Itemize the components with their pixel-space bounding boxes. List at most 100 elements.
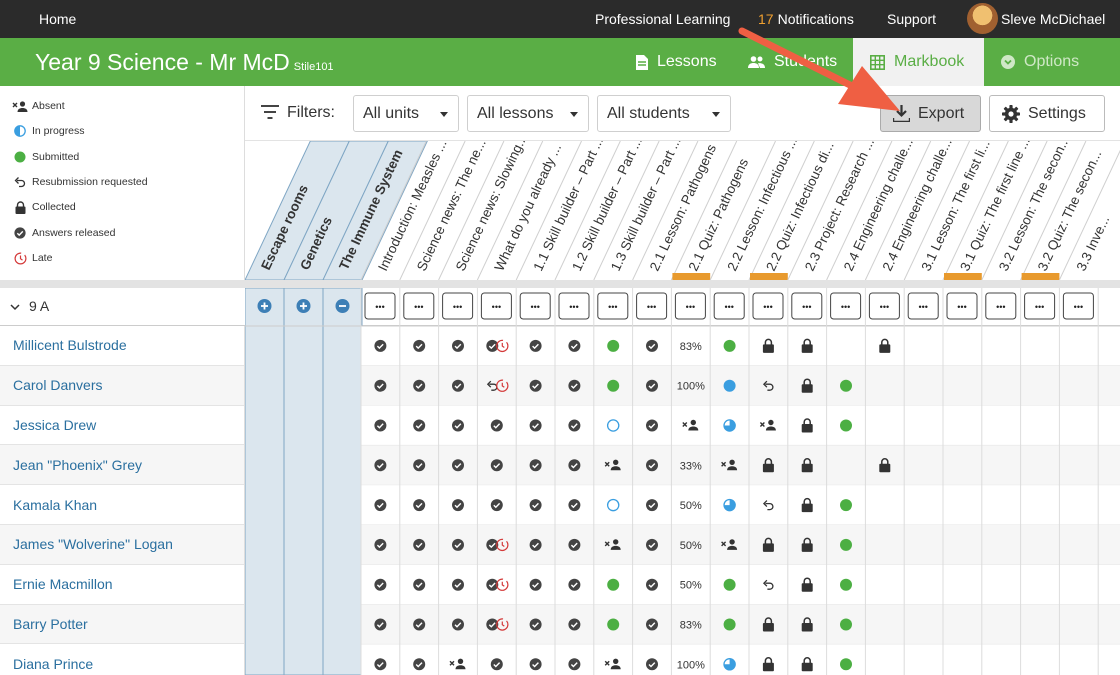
column-options-button[interactable]: •••	[868, 292, 900, 320]
mark-cell[interactable]: 83%	[680, 341, 702, 353]
student-name[interactable]: Carol Danvers	[0, 365, 244, 406]
mark-cell[interactable]	[568, 379, 581, 392]
collapse-unit-icon[interactable]	[335, 299, 350, 313]
mark-cell[interactable]	[646, 499, 658, 512]
mark-cell[interactable]	[374, 419, 387, 432]
mark-cell[interactable]	[723, 498, 736, 512]
expand-unit-icon[interactable]	[296, 299, 311, 313]
student-name[interactable]: Millicent Bulstrode	[0, 326, 244, 366]
column-options-button[interactable]: •••	[636, 292, 668, 320]
student-name[interactable]: Kamala Khan	[0, 485, 244, 525]
students-filter-select[interactable]: All students	[597, 95, 731, 132]
mark-cell[interactable]	[413, 499, 426, 512]
mark-cell[interactable]	[490, 459, 503, 472]
column-options-button[interactable]: •••	[830, 292, 862, 320]
mark-cell[interactable]	[529, 459, 542, 472]
mark-cell[interactable]	[840, 658, 852, 671]
column-options-button[interactable]: •••	[519, 292, 551, 320]
mark-cell[interactable]	[529, 379, 542, 392]
column-options-button[interactable]: •••	[713, 292, 745, 320]
mark-cell[interactable]	[840, 499, 852, 512]
mark-cell[interactable]	[529, 538, 542, 551]
column-options-button[interactable]: •••	[907, 292, 939, 320]
mark-cell[interactable]	[840, 538, 852, 551]
user-name[interactable]: Sleve McDichael	[1001, 11, 1105, 27]
student-name[interactable]: Jessica Drew	[0, 406, 244, 446]
column-options-button[interactable]: •••	[597, 292, 629, 320]
mark-cell[interactable]	[452, 419, 464, 432]
student-name[interactable]: Diana Prince	[0, 644, 244, 675]
mark-cell[interactable]	[723, 578, 736, 591]
column-options-button[interactable]: •••	[791, 292, 823, 320]
mark-cell[interactable]	[607, 618, 620, 631]
mark-cell[interactable]	[646, 538, 658, 551]
column-options-button[interactable]: •••	[403, 292, 435, 320]
student-name[interactable]: Jean "Phoenix" Grey	[0, 445, 244, 486]
lesson-title[interactable]: 3.3 Inve...	[1074, 213, 1113, 273]
mark-cell[interactable]	[452, 459, 464, 472]
mark-cell[interactable]	[529, 419, 542, 432]
mark-cell[interactable]	[529, 499, 542, 512]
mark-cell[interactable]	[452, 339, 464, 352]
mark-cell[interactable]: 100%	[677, 381, 705, 393]
column-options-button[interactable]: •••	[985, 292, 1017, 320]
mark-cell[interactable]	[840, 618, 852, 631]
mark-cell[interactable]	[568, 578, 581, 591]
mark-cell[interactable]	[490, 499, 503, 512]
mark-cell[interactable]	[568, 658, 581, 671]
column-options-button[interactable]: •••	[946, 292, 978, 320]
mark-cell[interactable]	[607, 379, 620, 392]
mark-cell[interactable]: 50%	[680, 500, 702, 512]
mark-cell[interactable]	[413, 419, 426, 432]
mark-cell[interactable]	[452, 538, 464, 551]
mark-cell[interactable]	[607, 578, 620, 591]
column-options-button[interactable]: •••	[442, 292, 474, 320]
mark-cell[interactable]	[374, 459, 387, 472]
mark-cell[interactable]	[413, 339, 426, 352]
column-options-button[interactable]: •••	[674, 292, 706, 320]
mark-cell[interactable]	[452, 578, 464, 591]
export-button[interactable]: Export	[880, 95, 981, 132]
mark-cell[interactable]	[452, 379, 464, 392]
mark-cell[interactable]	[374, 658, 387, 671]
mark-cell[interactable]	[646, 618, 658, 631]
units-filter-select[interactable]: All units	[353, 95, 459, 132]
mark-cell[interactable]	[568, 459, 581, 472]
column-options-button[interactable]: •••	[364, 292, 396, 320]
mark-cell[interactable]	[413, 379, 426, 392]
mark-cell[interactable]	[374, 538, 387, 551]
mark-cell[interactable]	[723, 419, 736, 432]
column-options-button[interactable]: •••	[480, 292, 512, 320]
mark-cell[interactable]	[413, 538, 426, 551]
mark-cell[interactable]	[646, 379, 658, 392]
mark-cell[interactable]	[413, 459, 426, 472]
mark-cell[interactable]	[529, 578, 542, 591]
mark-cell[interactable]	[529, 658, 542, 671]
mark-cell[interactable]	[568, 499, 581, 512]
mark-cell[interactable]	[723, 618, 736, 631]
mark-cell[interactable]	[374, 618, 387, 631]
notifications-link[interactable]: 17 Notifications	[758, 11, 854, 27]
mark-cell[interactable]	[529, 618, 542, 631]
mark-cell[interactable]	[646, 578, 658, 591]
mark-cell[interactable]	[646, 339, 658, 352]
mark-cell[interactable]	[723, 379, 736, 392]
user-avatar[interactable]	[967, 3, 998, 34]
tab-lessons[interactable]: Lessons	[636, 38, 717, 86]
column-options-button[interactable]: •••	[558, 292, 590, 320]
mark-cell[interactable]	[568, 419, 581, 432]
tab-options[interactable]: Options	[1001, 38, 1079, 86]
lessons-filter-select[interactable]: All lessons	[467, 95, 589, 132]
mark-cell[interactable]	[607, 339, 620, 352]
mark-cell[interactable]	[568, 538, 581, 551]
mark-cell[interactable]	[529, 339, 542, 352]
home-link[interactable]: Home	[39, 11, 76, 27]
mark-cell[interactable]	[568, 339, 581, 352]
mark-cell[interactable]	[374, 578, 387, 591]
professional-learning-link[interactable]: Professional Learning	[595, 11, 730, 27]
student-name[interactable]: James "Wolverine" Logan	[0, 524, 244, 565]
group-toggle[interactable]: 9 A	[10, 298, 49, 314]
column-options-button[interactable]: •••	[752, 292, 784, 320]
mark-cell[interactable]	[840, 419, 852, 432]
tab-markbook[interactable]: Markbook	[853, 38, 984, 86]
